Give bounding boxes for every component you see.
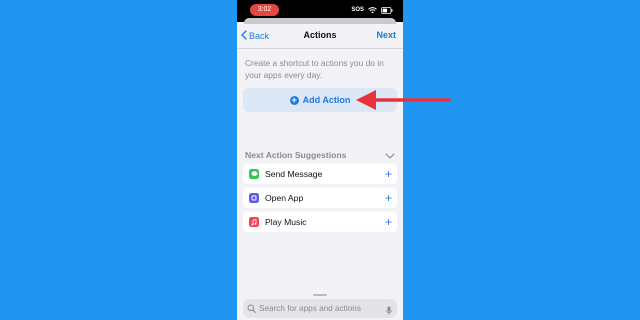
- suggestion-open-app[interactable]: Open App +: [243, 188, 397, 208]
- music-icon: [249, 217, 259, 227]
- status-indicators: SOS: [351, 5, 393, 15]
- annotation-arrow: [356, 90, 451, 110]
- suggestion-label: Open App: [265, 193, 304, 203]
- next-button[interactable]: Next: [376, 30, 396, 40]
- search-input[interactable]: Search for apps and actions: [259, 304, 361, 313]
- suggestion-label: Send Message: [265, 169, 323, 179]
- sheet-grabber[interactable]: [313, 294, 327, 296]
- suggestions-title: Next Action Suggestions: [245, 150, 347, 160]
- add-icon[interactable]: +: [385, 192, 392, 204]
- add-icon[interactable]: +: [385, 168, 392, 180]
- suggestion-play-music[interactable]: Play Music +: [243, 212, 397, 232]
- plus-circle-icon: +: [289, 94, 299, 105]
- add-icon[interactable]: +: [385, 216, 392, 228]
- phone-screen: 3:02 SOS Back Actions Next Create a shor…: [237, 0, 403, 320]
- chevron-down-icon[interactable]: [385, 146, 395, 164]
- search-bar[interactable]: Search for apps and actions: [243, 299, 397, 318]
- messages-icon: [249, 169, 259, 179]
- intro-text: Create a shortcut to actions you do in y…: [245, 58, 384, 80]
- search-icon: [247, 304, 256, 313]
- navigation-bar: Back Actions Next: [237, 24, 403, 49]
- microphone-icon[interactable]: [386, 303, 392, 320]
- status-carrier: SOS: [351, 7, 364, 13]
- add-action-label: Add Action: [302, 95, 351, 105]
- suggestion-label: Play Music: [265, 217, 307, 227]
- suggestion-send-message[interactable]: Send Message +: [243, 164, 397, 184]
- battery-icon: [381, 1, 393, 19]
- stage-background: 3:02 SOS Back Actions Next Create a shor…: [0, 0, 640, 320]
- wifi-icon: [368, 1, 377, 19]
- suggestions-list: Send Message + Open App + Play Music +: [243, 164, 397, 236]
- status-time: 3:02: [250, 4, 279, 16]
- open-app-icon: [249, 193, 259, 203]
- suggestions-header: Next Action Suggestions: [245, 146, 395, 164]
